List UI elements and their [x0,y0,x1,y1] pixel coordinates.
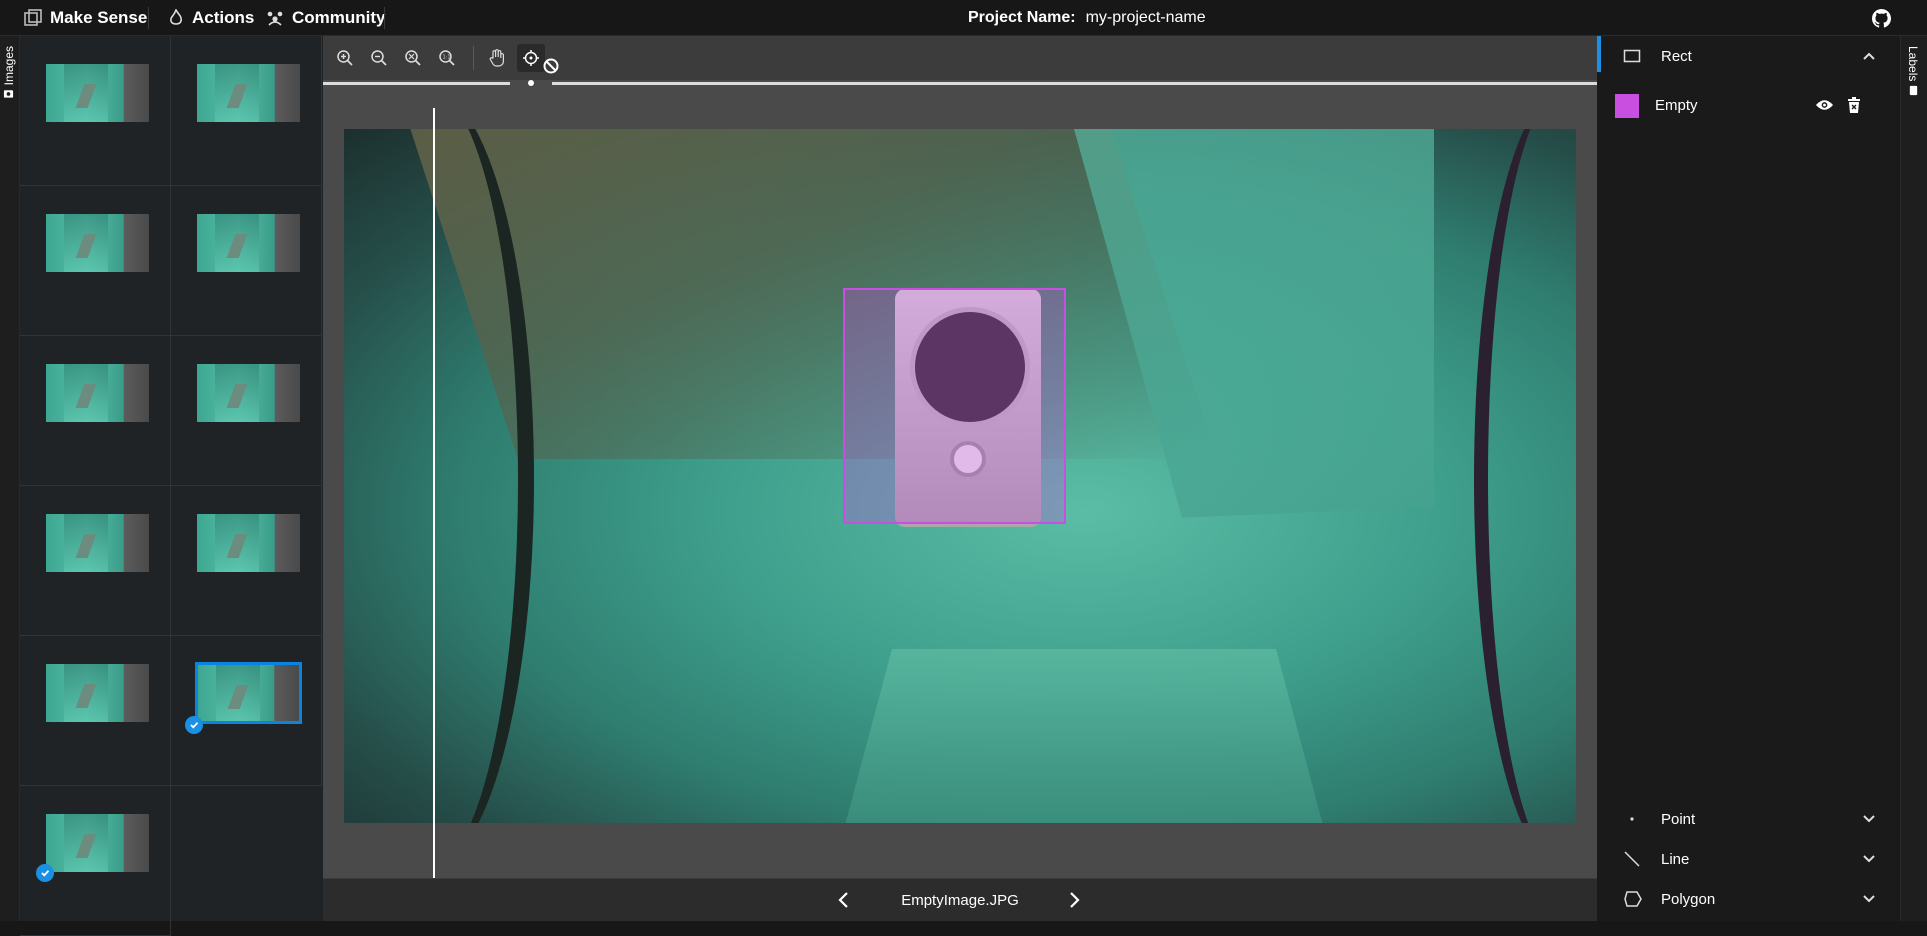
top-bar: Make Sense Actions Community Project Nam… [0,0,1927,36]
chevron-up-icon[interactable] [1862,51,1876,61]
crosshair-guide-line [433,108,435,885]
thumbnail-item[interactable] [20,786,171,936]
thumbnail-image[interactable] [197,64,300,122]
community-menu[interactable]: Community [266,0,386,36]
chevron-down-icon[interactable] [1862,894,1876,904]
editor-toolbar: 1:1 [323,36,1597,80]
hand-icon[interactable] [483,44,511,72]
labels-tab-label: Labels [1906,46,1920,82]
thumbnail-item[interactable] [171,336,322,486]
app-logo[interactable]: Make Sense [24,0,147,36]
line-label: Line [1661,850,1690,868]
thumbnail-image[interactable] [195,662,302,724]
image-navigation-bar: EmptyImage.JPG [323,878,1597,921]
image-thumbnail-list [20,36,323,936]
thumbnail-image[interactable] [46,364,149,422]
image-region [1474,129,1576,823]
actions-label: Actions [192,8,255,27]
thumbnail-image[interactable] [46,214,149,272]
thumbnail-image[interactable] [46,664,149,722]
annotation-canvas[interactable] [344,129,1576,823]
polygon-section-header[interactable]: Polygon [1597,879,1900,919]
line-section-header[interactable]: Line [1597,839,1900,879]
zoom-out-icon[interactable] [365,44,393,72]
divider [384,7,385,29]
current-file-name: EmptyImage.JPG [901,892,1019,909]
thumbnail-item[interactable] [20,186,171,336]
delete-icon[interactable] [1847,97,1861,113]
camera-icon [4,90,14,98]
label-color-swatch[interactable] [1615,94,1639,118]
scrollbar-handle[interactable] [528,80,534,86]
chevron-right-icon[interactable] [1067,891,1081,909]
thumbnail-item-selected[interactable] [171,636,322,786]
editor-area: 1:1 EmptyImage.JPG [323,36,1597,921]
label-name: Empty [1655,97,1698,114]
label-panel: Rect Empty Point Line Polygon [1597,36,1900,921]
zoom-in-icon[interactable] [331,44,359,72]
bounding-box[interactable] [843,288,1066,524]
rect-label: Rect [1661,47,1692,65]
images-tab-label: Images [2,46,16,86]
svg-text:1:1: 1:1 [443,55,451,61]
github-icon[interactable] [1872,9,1891,28]
thumbnail-item[interactable] [171,36,322,186]
image-region [344,129,534,823]
point-icon [1630,817,1634,821]
flame-icon [170,9,182,25]
image-region [844,649,1324,823]
thumbnail-image[interactable] [197,514,300,572]
polygon-label: Polygon [1661,890,1716,908]
thumbnail-item[interactable] [171,186,322,336]
project-name-input[interactable]: my-project-name [1086,9,1206,27]
zoom-reset-icon[interactable]: 1:1 [433,44,461,72]
actions-menu[interactable]: Actions [168,0,254,36]
logo-icon [24,9,42,26]
app-name: Make Sense [50,8,148,27]
rectangle-icon [1623,49,1641,63]
thumbnail-image[interactable] [46,814,149,872]
divider [148,7,149,29]
community-icon [267,11,283,26]
thumbnail-item[interactable] [20,336,171,486]
project-name-field: Project Name: my-project-name [968,0,1206,36]
rect-section-header[interactable]: Rect [1597,36,1900,76]
label-item[interactable]: Empty [1615,92,1885,122]
tag-icon [1909,86,1917,96]
thumbnail-item[interactable] [20,36,171,186]
project-name-label: Project Name: [968,9,1076,26]
divider [473,46,474,70]
cancel-icon[interactable] [537,52,565,80]
line-icon [1624,851,1640,867]
point-label: Point [1661,810,1696,828]
chevron-down-icon[interactable] [1862,854,1876,864]
polygon-icon [1624,891,1642,907]
check-circle-icon [36,864,54,882]
community-label: Community [292,8,386,27]
thumbnail-image[interactable] [197,364,300,422]
point-section-header[interactable]: Point [1597,799,1900,839]
check-circle-icon [185,716,203,734]
chevron-down-icon[interactable] [1862,814,1876,824]
thumbnail-image[interactable] [46,514,149,572]
thumbnail-image[interactable] [46,64,149,122]
thumbnail-image[interactable] [197,214,300,272]
images-side-tab[interactable]: Images [0,36,20,921]
thumbnail-item[interactable] [20,486,171,636]
thumbnail-item[interactable] [20,636,171,786]
eye-icon[interactable] [1815,98,1834,112]
zoom-fit-icon[interactable] [399,44,427,72]
thumbnail-item[interactable] [171,486,322,636]
labels-side-tab[interactable]: Labels [1900,36,1927,921]
